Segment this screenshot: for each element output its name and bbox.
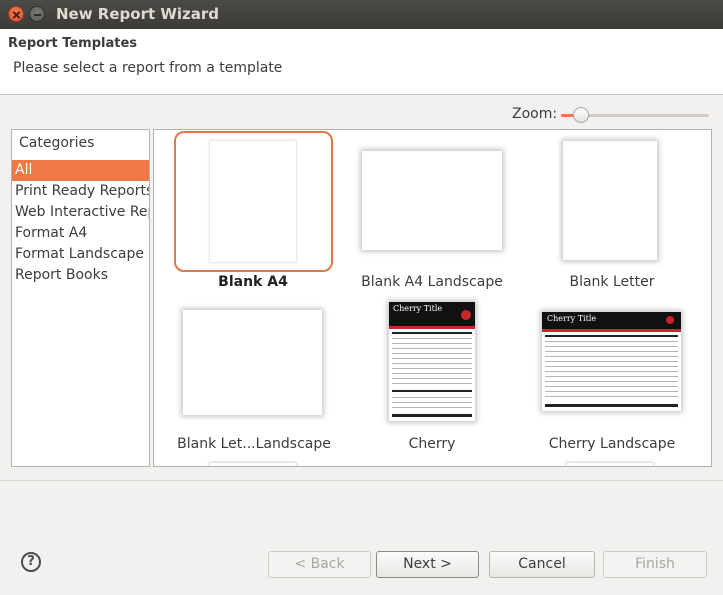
cherry-preview-row: [545, 335, 678, 337]
cherry-preview-line: [392, 348, 472, 349]
cherry-preview-line: [545, 391, 678, 392]
cherry-preview-line: [545, 346, 678, 347]
category-item-format-a4[interactable]: Format A4: [12, 223, 149, 244]
template-blank-letter-landscape[interactable]: Blank Let...Landscape: [164, 300, 344, 460]
category-item-report-books[interactable]: Report Books: [12, 265, 149, 286]
template-thumbnail: Cherry Title: [389, 302, 475, 421]
cherry-preview-line: [392, 338, 472, 339]
cherry-preview-row: [392, 390, 472, 392]
cherry-icon: [666, 316, 674, 324]
template-thumbnail: [362, 151, 502, 250]
cherry-preview-line: [545, 371, 678, 372]
cherry-preview-line: [392, 373, 472, 374]
cherry-preview-line: [545, 386, 678, 387]
category-item-web-interactive-reports[interactable]: Web Interactive Reports: [12, 202, 149, 223]
next-button[interactable]: Next >: [376, 551, 479, 578]
template-gallery: Blank A4 Blank A4 Landscape Blank Letter…: [153, 129, 712, 467]
cherry-preview-line: [392, 353, 472, 354]
template-label: Blank Let...Landscape: [177, 436, 331, 452]
cherry-preview-line: [392, 383, 472, 384]
help-icon[interactable]: ?: [21, 552, 41, 572]
cherry-preview-line: [392, 363, 472, 364]
cherry-preview-line: [392, 378, 472, 379]
cherry-preview-title: Cherry Title: [393, 304, 443, 313]
category-item-all[interactable]: All: [12, 160, 149, 181]
cherry-preview-footer: [545, 404, 678, 407]
cherry-preview-line: [392, 407, 472, 408]
cherry-preview-line: [545, 356, 678, 357]
page-title: Report Templates: [8, 36, 138, 51]
template-label: Blank A4 Landscape: [361, 274, 503, 290]
category-item-format-landscape[interactable]: Format Landscape: [12, 244, 149, 265]
cherry-preview-line: [392, 368, 472, 369]
cherry-preview-header: Cherry Title: [542, 312, 681, 329]
template-thumbnail: Cherry Title: [542, 312, 681, 411]
categories-list: Categories All Print Ready Reports Web I…: [11, 129, 150, 467]
cherry-preview-line: [545, 351, 678, 352]
template-thumbnail: [563, 141, 657, 260]
cherry-preview-band: [542, 329, 681, 332]
template-thumbnail: [183, 310, 322, 415]
footer-divider: [0, 480, 723, 481]
cherry-preview-line: [545, 341, 678, 342]
template-label: Cherry Landscape: [548, 436, 676, 452]
page-description: Please select a report from a template: [13, 60, 283, 76]
zoom-slider-thumb[interactable]: [573, 107, 589, 123]
window-title: New Report Wizard: [56, 5, 220, 23]
categories-header: Categories: [19, 135, 95, 151]
zoom-label: Zoom:: [512, 106, 558, 122]
template-cherry-landscape[interactable]: Cherry Title Cherry Landscape: [522, 300, 702, 460]
template-blank-a4-landscape[interactable]: Blank A4 Landscape: [342, 130, 522, 295]
cherry-preview-line: [545, 396, 678, 397]
template-blank-a4[interactable]: Blank A4: [154, 130, 344, 295]
title-bar: New Report Wizard: [0, 0, 723, 29]
minimize-icon[interactable]: [29, 6, 45, 22]
cherry-preview-band: [389, 326, 475, 329]
template-label: Blank Letter: [569, 274, 655, 290]
wizard-header: Report Templates Please select a report …: [0, 29, 723, 95]
cherry-preview-footer: [392, 414, 472, 417]
cherry-preview-line: [545, 381, 678, 382]
close-icon[interactable]: [8, 6, 24, 22]
cherry-preview-line: [545, 361, 678, 362]
back-button[interactable]: < Back: [268, 551, 371, 578]
cherry-preview-line: [545, 376, 678, 377]
cherry-icon: [461, 310, 471, 320]
category-item-print-ready-reports[interactable]: Print Ready Reports: [12, 181, 149, 202]
cancel-button[interactable]: Cancel: [489, 551, 595, 578]
template-label: Blank A4: [218, 274, 288, 290]
cherry-preview-line: [392, 343, 472, 344]
cherry-preview-title: Cherry Title: [547, 314, 597, 323]
cherry-preview-row: [392, 332, 472, 334]
finish-button[interactable]: Finish: [603, 551, 707, 578]
cherry-preview-line: [392, 402, 472, 403]
template-partial-row: [154, 460, 711, 466]
template-cherry[interactable]: Cherry Title Cherry: [342, 300, 522, 460]
template-thumbnail: [567, 463, 653, 466]
wizard-window: New Report Wizard Report Templates Pleas…: [0, 0, 723, 595]
template-thumbnail: [210, 141, 296, 262]
template-thumbnail: [210, 463, 296, 466]
cherry-preview-line: [392, 358, 472, 359]
cherry-preview-line: [392, 397, 472, 398]
cherry-preview-line: [545, 366, 678, 367]
template-label: Cherry: [408, 436, 456, 452]
template-blank-letter[interactable]: Blank Letter: [522, 130, 702, 295]
